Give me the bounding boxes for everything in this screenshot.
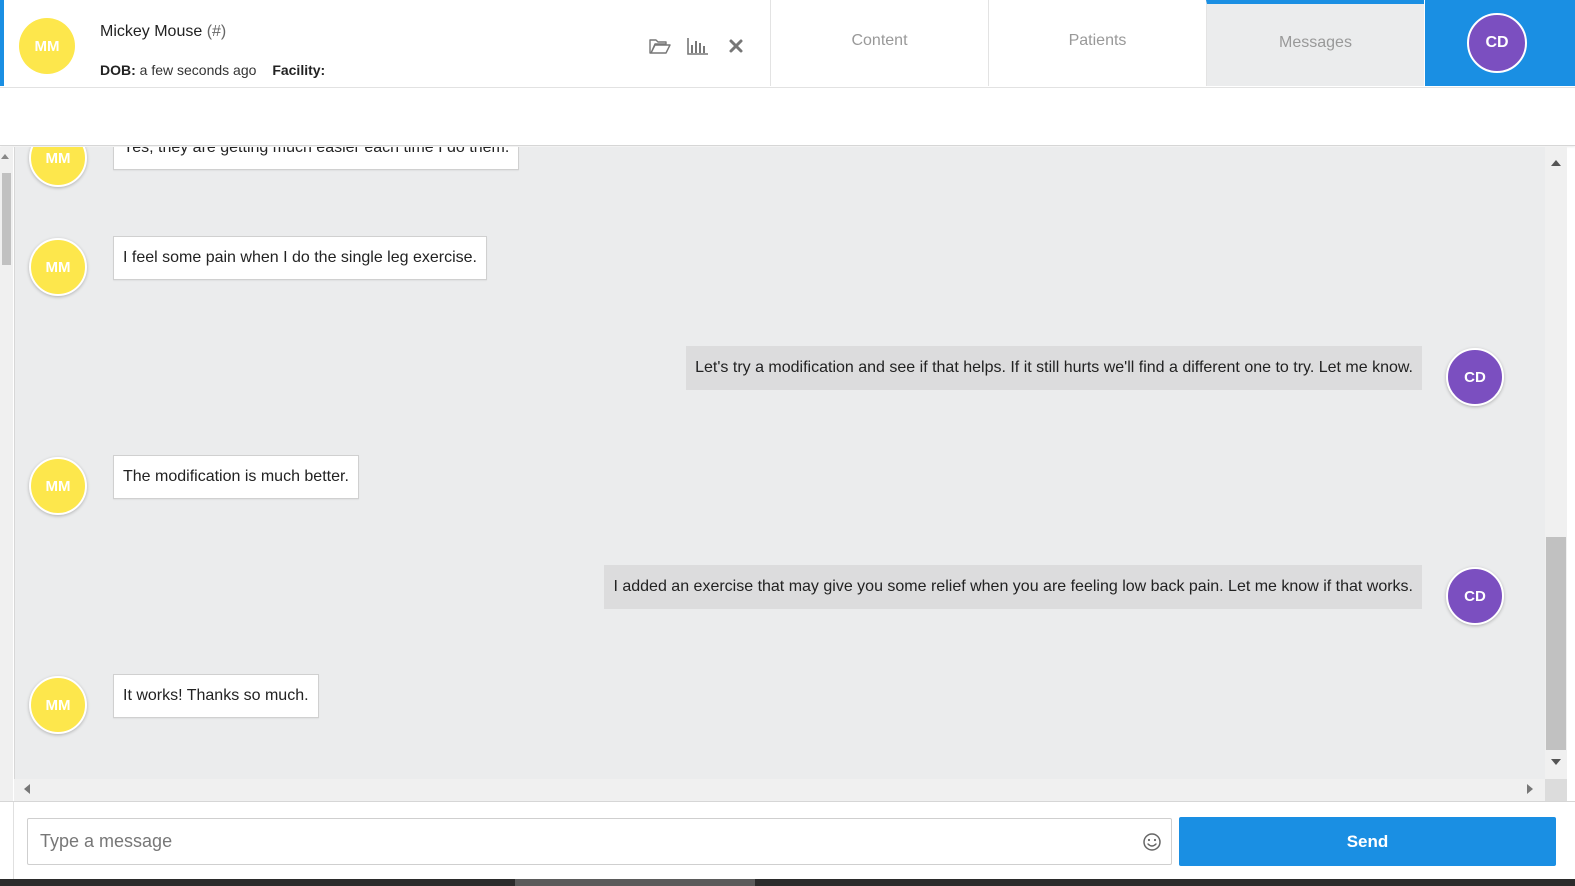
incoming-message: It works! Thanks so much. [113, 674, 319, 718]
scrollbar-thumb[interactable] [1546, 537, 1566, 750]
user-message-avatar: CD [1446, 348, 1504, 406]
tab-patients[interactable]: Patients [988, 0, 1206, 86]
thread-vertical-scrollbar[interactable] [1545, 147, 1567, 779]
user-message-avatar: CD [1446, 567, 1504, 625]
patient-message-avatar: MM [29, 457, 87, 515]
message-composer: Send [0, 801, 1575, 880]
patient-meta: DOB: a few seconds ago Facility: [100, 62, 325, 78]
patient-avatar[interactable]: MM [19, 18, 75, 74]
header-accent-bar [0, 0, 4, 86]
tab-content[interactable]: Content [770, 0, 988, 86]
patient-id: (#) [206, 23, 227, 40]
patient-message-avatar: MM [29, 238, 87, 296]
taskbar [0, 879, 1575, 886]
emoji-icon[interactable] [1142, 832, 1162, 852]
left-scrollbar[interactable] [0, 147, 13, 802]
outgoing-message: I added an exercise that may give you so… [604, 565, 1422, 609]
patient-message-avatar: MM [29, 676, 87, 734]
patient-actions [648, 35, 748, 57]
sub-header-bar [0, 88, 1575, 146]
user-menu[interactable]: CD [1425, 0, 1575, 86]
scroll-down-arrow[interactable] [1551, 759, 1561, 765]
tab-messages[interactable]: Messages [1206, 0, 1424, 86]
scroll-left-arrow[interactable] [24, 784, 30, 794]
scroll-right-arrow[interactable] [1527, 784, 1533, 794]
incoming-message: Yes, they are getting much easier each t… [113, 147, 520, 170]
patient-name: Mickey Mouse (#) [100, 23, 226, 41]
bar-chart-icon[interactable] [686, 35, 710, 57]
left-scrollbar-thumb[interactable] [2, 173, 11, 265]
close-icon[interactable] [724, 35, 748, 57]
patient-message-avatar: MM [29, 147, 87, 187]
outgoing-message: Let's try a modification and see if that… [686, 346, 1422, 390]
dob-label: DOB: [100, 62, 136, 78]
facility-label: Facility: [272, 62, 326, 78]
taskbar-item[interactable] [515, 879, 755, 886]
dob-value: a few seconds ago [139, 62, 257, 78]
incoming-message: The modification is much better. [113, 455, 359, 499]
folder-open-icon[interactable] [648, 35, 672, 57]
message-thread: MM Yes, they are getting much easier eac… [14, 147, 1545, 779]
patient-name-text: Mickey Mouse [100, 23, 203, 40]
scroll-up-arrow[interactable] [1551, 160, 1561, 166]
main-tabs: Content Patients Messages [770, 0, 1424, 86]
user-avatar[interactable]: CD [1467, 13, 1527, 73]
thread-horizontal-scrollbar[interactable] [14, 779, 1545, 801]
incoming-message: I feel some pain when I do the single le… [113, 236, 487, 280]
left-scroll-up-arrow[interactable] [1, 154, 9, 159]
message-input-wrapper [27, 818, 1172, 865]
message-input[interactable] [28, 819, 1128, 864]
app-header: MM Mickey Mouse (#) DOB: a few seconds a… [0, 0, 1575, 88]
send-button[interactable]: Send [1179, 817, 1556, 866]
scrollbar-corner [1545, 779, 1567, 801]
composer-left-edge [0, 802, 14, 880]
